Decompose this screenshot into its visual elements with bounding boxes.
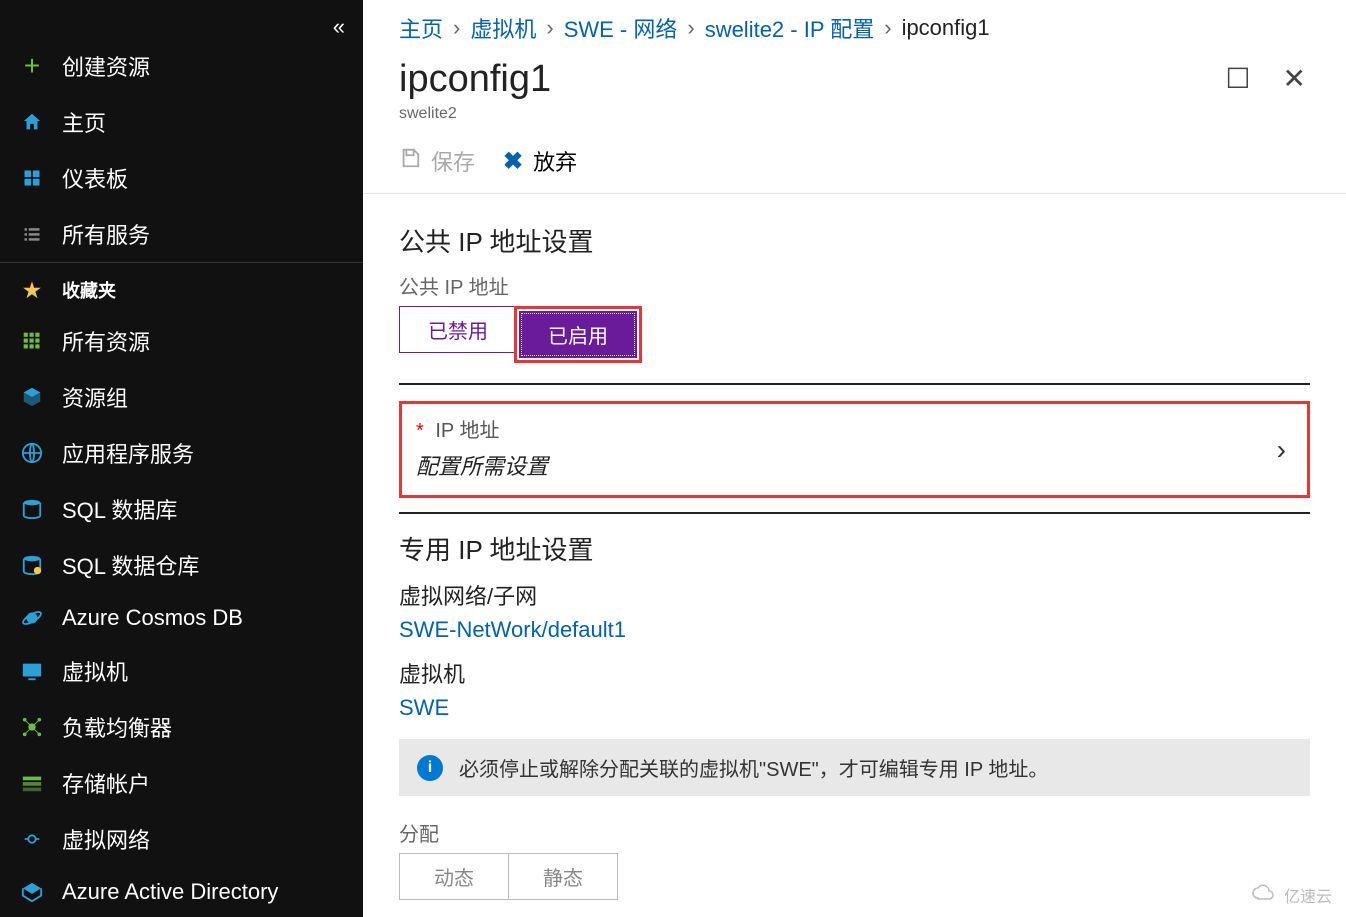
cosmos-icon — [20, 606, 44, 630]
close-icon[interactable]: ✕ — [1279, 58, 1310, 99]
sql-db-icon — [20, 497, 44, 521]
save-button: 保存 — [399, 145, 475, 177]
plus-icon: + — [20, 54, 44, 78]
star-icon: ★ — [20, 278, 44, 302]
private-ip-section-title: 专用 IP 地址设置 — [399, 530, 1310, 567]
globe-icon — [20, 441, 44, 465]
sidebar-load-balancers[interactable]: 负载均衡器 — [0, 699, 363, 755]
toolbar: 保存 ✖ 放弃 — [363, 135, 1346, 194]
info-banner: i 必须停止或解除分配关联的虚拟机"SWE"，才可编辑专用 IP 地址。 — [399, 739, 1310, 796]
highlight-ip-selector-annotation: * IP 地址 配置所需设置 — [399, 401, 1310, 498]
info-icon: i — [417, 755, 443, 781]
divider — [399, 512, 1310, 514]
sql-dw-icon — [20, 553, 44, 577]
sidebar-storage[interactable]: 存储帐户 — [0, 755, 363, 811]
vm-label: 虚拟机 — [399, 657, 1310, 689]
vnet-icon — [20, 827, 44, 851]
sidebar-sql-db[interactable]: SQL 数据库 — [0, 481, 363, 537]
list-icon — [20, 222, 44, 246]
page-title: ipconfig1 — [399, 58, 551, 101]
sidebar-virtual-machines[interactable]: 虚拟机 — [0, 643, 363, 699]
sidebar-sql-dw[interactable]: SQL 数据仓库 — [0, 537, 363, 593]
vm-link[interactable]: SWE — [399, 695, 1310, 721]
sidebar-create-resource[interactable]: + 创建资源 — [0, 38, 363, 94]
public-ip-section-title: 公共 IP 地址设置 — [399, 222, 1310, 259]
divider — [399, 383, 1310, 385]
maximize-icon[interactable]: ☐ — [1221, 58, 1254, 99]
public-ip-label: 公共 IP 地址 — [399, 271, 1310, 300]
toggle-disabled[interactable]: 已禁用 — [399, 306, 517, 353]
info-text: 必须停止或解除分配关联的虚拟机"SWE"，才可编辑专用 IP 地址。 — [459, 753, 1048, 782]
sidebar-cosmos-db[interactable]: Azure Cosmos DB — [0, 593, 363, 643]
vnet-link[interactable]: SWE-NetWork/default1 — [399, 617, 1310, 643]
ip-address-selector[interactable]: * IP 地址 配置所需设置 › — [399, 401, 1310, 498]
vm-icon — [20, 659, 44, 683]
chevron-right-icon: › — [546, 15, 553, 41]
home-icon — [20, 110, 44, 134]
breadcrumb-swe-network[interactable]: SWE - 网络 — [564, 12, 678, 44]
vnet-label: 虚拟网络/子网 — [399, 579, 1310, 611]
save-icon — [399, 147, 421, 175]
required-star-icon: * — [416, 420, 424, 442]
discard-button[interactable]: ✖ 放弃 — [503, 145, 577, 177]
allocation-toggle: 动态 静态 — [399, 853, 1310, 900]
collapse-sidebar-icon[interactable]: « — [333, 14, 345, 40]
breadcrumb-home[interactable]: 主页 — [399, 12, 443, 44]
chevron-right-icon: › — [884, 15, 891, 41]
content-area: 公共 IP 地址设置 公共 IP 地址 已禁用 已启用 * IP 地址 配置所需… — [363, 194, 1346, 917]
chevron-right-icon: › — [453, 15, 460, 41]
ip-address-placeholder: 配置所需设置 — [416, 449, 1293, 481]
cube-icon — [20, 385, 44, 409]
page-subtitle: swelite2 — [363, 105, 1346, 135]
storage-icon — [20, 771, 44, 795]
sidebar-aad[interactable]: Azure Active Directory — [0, 867, 363, 917]
alloc-dynamic: 动态 — [399, 853, 509, 900]
sidebar: « + 创建资源 主页 仪表板 所有服务 ★ 收藏夹 所有资源 资 — [0, 0, 363, 917]
toggle-enabled[interactable]: 已启用 — [519, 311, 637, 358]
sidebar-virtual-networks[interactable]: 虚拟网络 — [0, 811, 363, 867]
aad-icon — [20, 880, 44, 904]
discard-icon: ✖ — [503, 147, 523, 176]
main-panel: 主页 › 虚拟机 › SWE - 网络 › swelite2 - IP 配置 ›… — [363, 0, 1346, 917]
ip-address-label: IP 地址 — [435, 420, 499, 442]
sidebar-all-services[interactable]: 所有服务 — [0, 206, 363, 262]
breadcrumb-vm[interactable]: 虚拟机 — [470, 12, 536, 44]
lb-icon — [20, 715, 44, 739]
cloud-icon — [1250, 884, 1278, 907]
sidebar-resource-groups[interactable]: 资源组 — [0, 369, 363, 425]
highlight-enabled-annotation: 已启用 — [514, 306, 642, 363]
sidebar-dashboard[interactable]: 仪表板 — [0, 150, 363, 206]
watermark: 亿速云 — [1250, 883, 1332, 907]
dashboard-icon — [20, 166, 44, 190]
breadcrumb-current: ipconfig1 — [902, 15, 990, 41]
allocation-label: 分配 — [399, 818, 1310, 847]
chevron-right-icon: › — [1277, 434, 1286, 466]
sidebar-favorites-header: ★ 收藏夹 — [0, 262, 363, 313]
sidebar-home[interactable]: 主页 — [0, 94, 363, 150]
sidebar-app-services[interactable]: 应用程序服务 — [0, 425, 363, 481]
public-ip-toggle: 已禁用 — [399, 306, 517, 353]
breadcrumb-swelite2-ip[interactable]: swelite2 - IP 配置 — [705, 12, 875, 44]
alloc-static: 静态 — [509, 853, 618, 900]
chevron-right-icon: › — [687, 15, 694, 41]
breadcrumb: 主页 › 虚拟机 › SWE - 网络 › swelite2 - IP 配置 ›… — [363, 0, 1346, 52]
grid-icon — [20, 329, 44, 353]
sidebar-all-resources[interactable]: 所有资源 — [0, 313, 363, 369]
